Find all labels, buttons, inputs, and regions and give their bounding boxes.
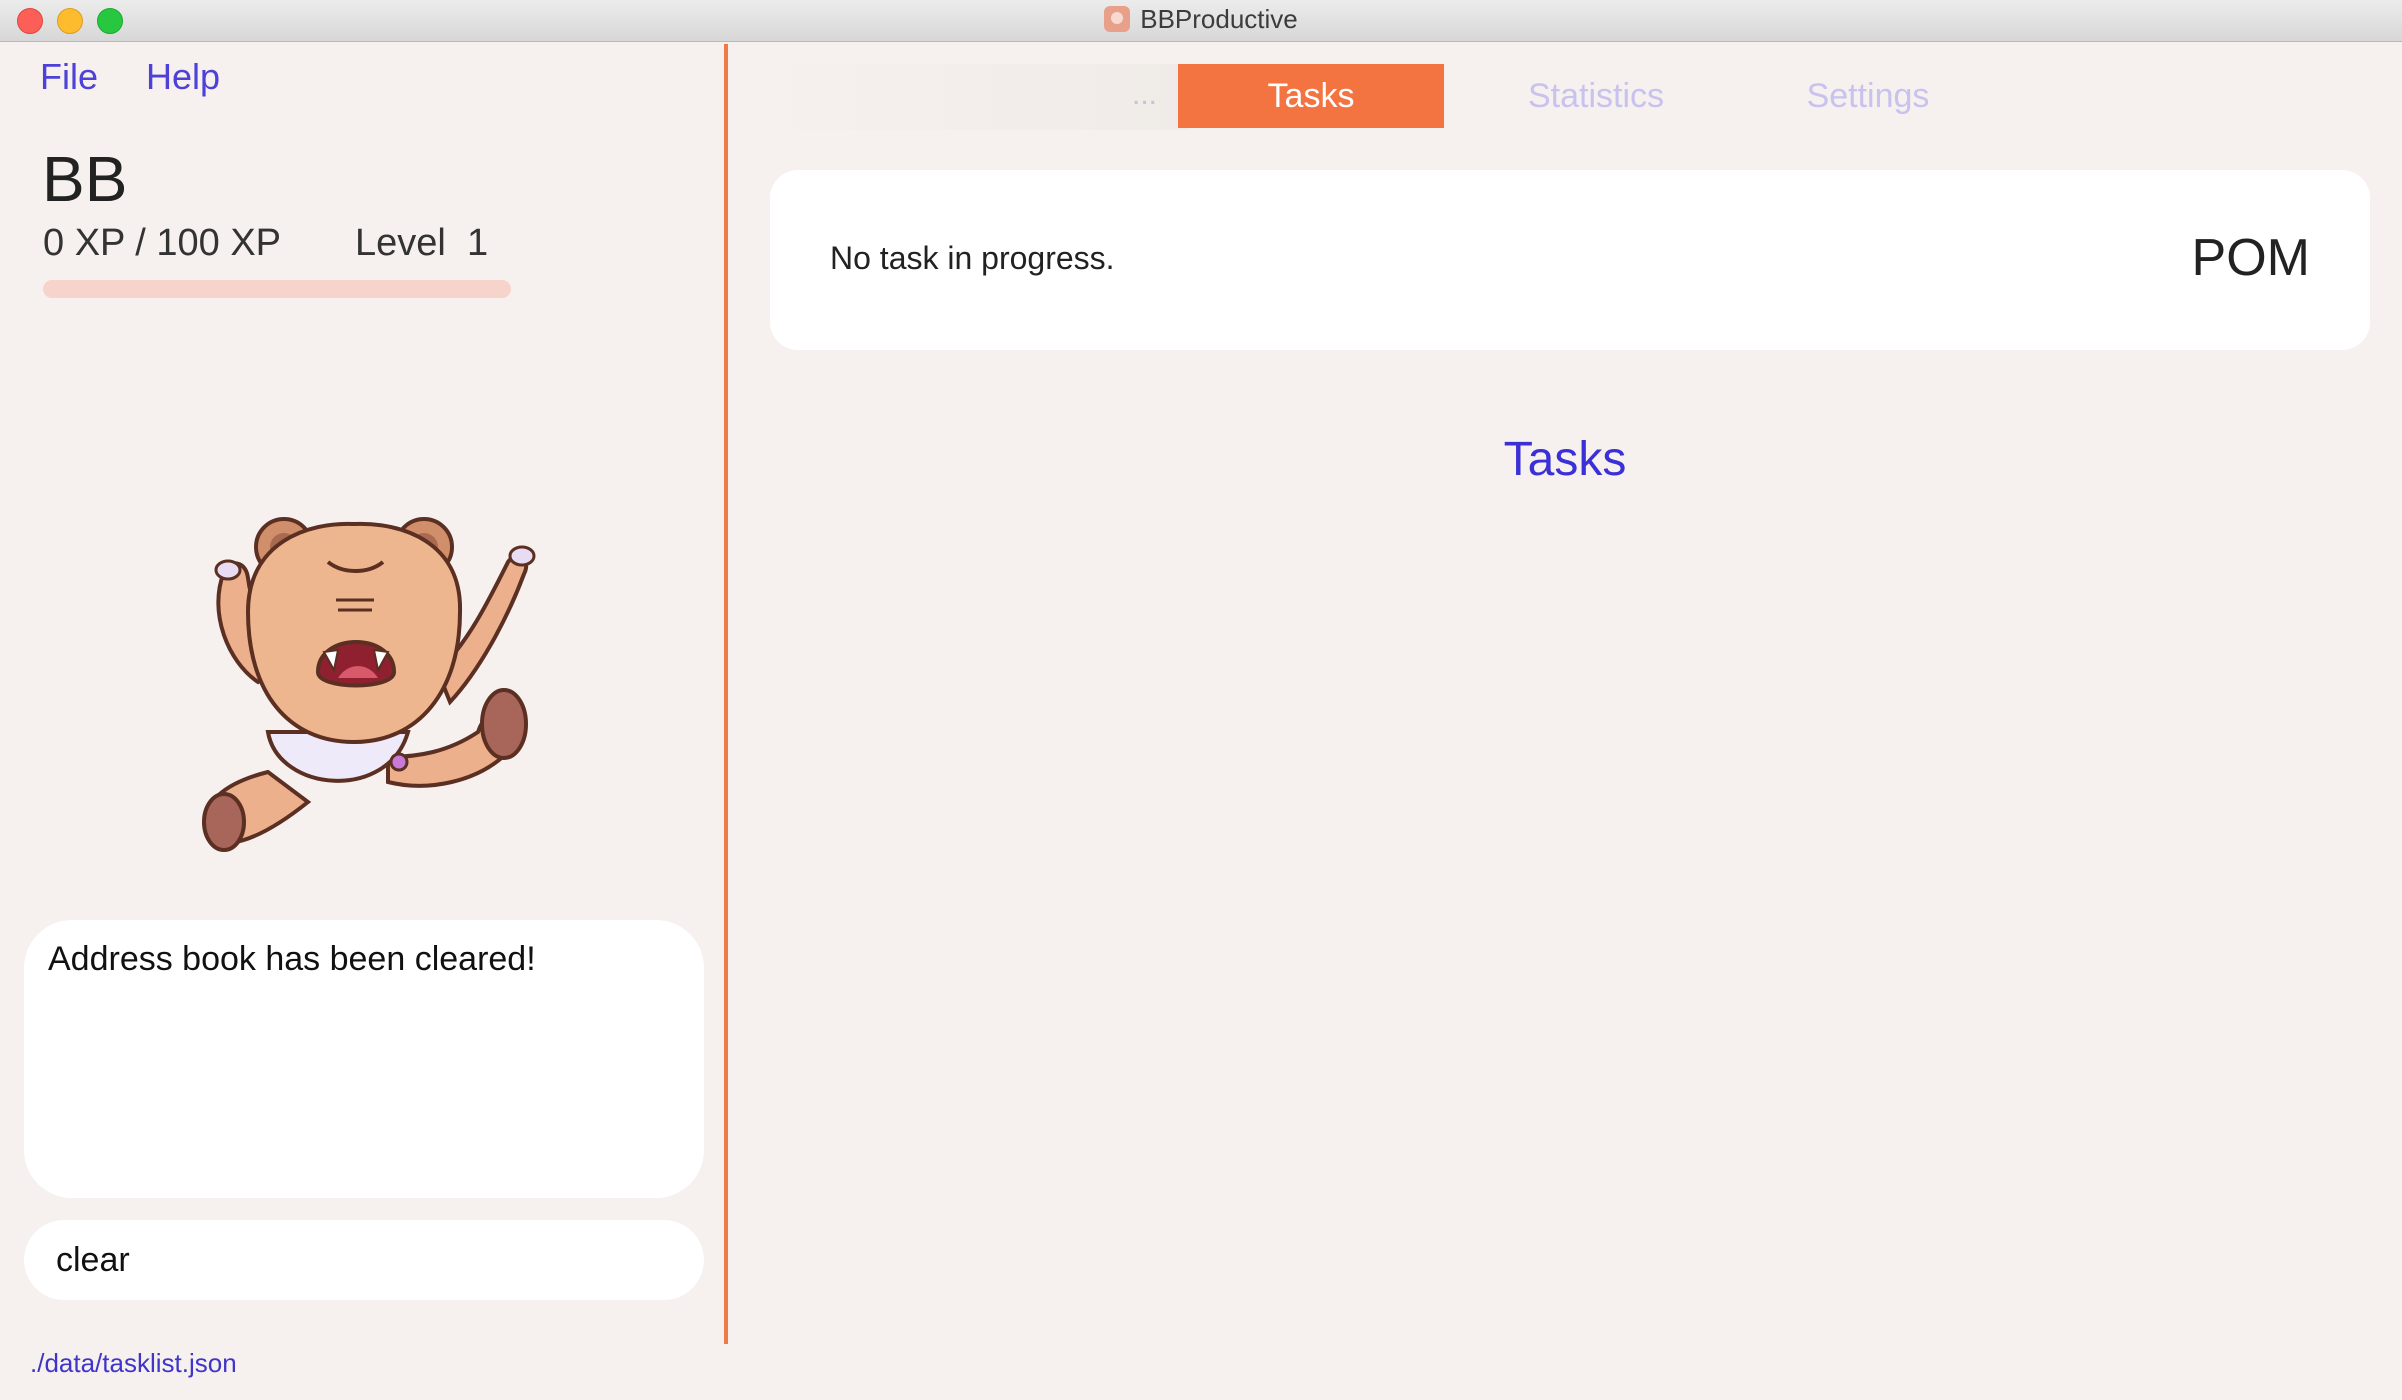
right-pane: ... Tasks Statistics Settings No task in… [728,42,2402,1400]
level-value: 1 [467,222,489,264]
current-task-status: No task in progress. [830,240,1115,276]
tab-statistics[interactable]: Statistics [1496,64,1696,128]
xp-line: 0 XP / 100 XP Level 1 [43,222,488,265]
tab-tasks[interactable]: Tasks [1178,64,1444,128]
file-menu[interactable]: File [40,56,98,97]
help-menu[interactable]: Help [146,56,220,97]
pet-name: BB [42,143,128,215]
window-title: BBProductive [1140,4,1298,34]
xp-progress-bar [43,280,511,298]
left-pane: File Help BB 0 XP / 100 XP Level 1 Addre… [0,42,724,1378]
tab-settings[interactable]: Settings [1768,64,1968,128]
menu-bar: File Help [40,56,258,98]
app-icon [1104,6,1131,32]
level-label: Level [355,222,446,264]
task-list-heading: Tasks [1503,433,1627,486]
command-input[interactable]: clear [24,1220,704,1300]
status-bar-path: ./data/tasklist.json [30,1348,237,1378]
current-task-card: No task in progress. POM [770,170,2370,350]
window-title-container: BBProductive [0,4,2402,35]
result-display-text: Address book has been cleared! [48,940,536,978]
result-display-box: Address book has been cleared! [24,920,704,1198]
tab-overflow-indicator[interactable]: ... [1132,78,1157,112]
tab-strip-fade [748,64,1188,130]
bear-pet-image [202,517,536,852]
xp-text: 0 XP / 100 XP [43,222,282,264]
window-titlebar: BBProductive [0,0,2402,42]
tab-strip: ... Tasks Statistics Settings [748,64,2202,130]
pom-label: POM [2191,229,2310,287]
